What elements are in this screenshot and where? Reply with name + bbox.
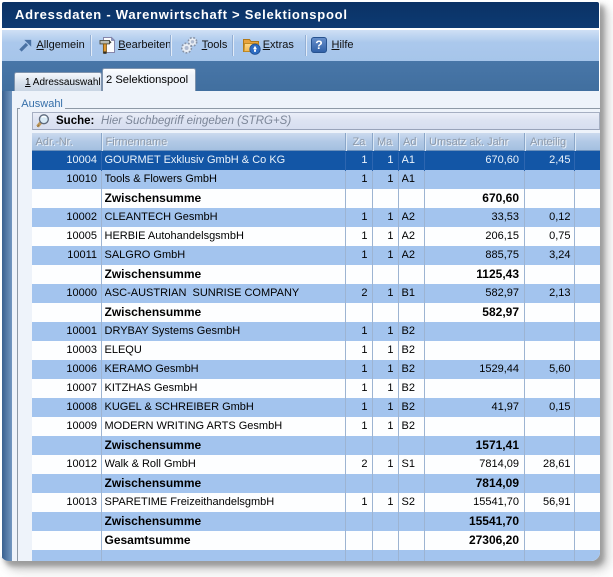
svg-text:?: ? [315, 38, 322, 52]
